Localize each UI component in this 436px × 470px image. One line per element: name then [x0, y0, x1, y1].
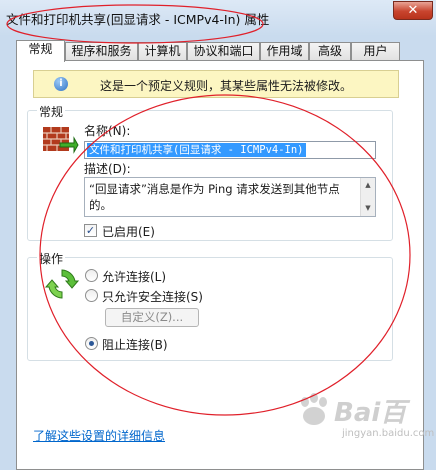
info-bar: i 这是一个预定义规则，其某些属性无法被修改。: [33, 70, 399, 98]
tab-general[interactable]: 常规: [16, 40, 65, 62]
firewall-rule-icon: [41, 123, 79, 162]
watermark-url: jingyan.baidu.com: [342, 428, 435, 439]
window-title: 文件和打印机共享(回显请求 - ICMPv4-In) 属性: [6, 12, 270, 27]
tab-programs-services[interactable]: 程序和服务: [65, 42, 138, 60]
allow-connection-label[interactable]: 允许连接(L): [102, 268, 166, 285]
scroll-down-icon[interactable]: ▼: [363, 202, 373, 214]
description-field[interactable]: “回显请求”消息是作为 Ping 请求发送到其他节点的。 ▲ ▼: [84, 177, 376, 217]
tab-advanced[interactable]: 高级: [309, 42, 351, 60]
action-arrows-icon: [44, 267, 80, 304]
general-groupbox: [27, 110, 393, 241]
allow-connection-radio[interactable]: [85, 269, 98, 282]
block-connection-radio[interactable]: [85, 337, 98, 350]
baidu-watermark: Bai百 jingyan.baidu.com: [292, 388, 435, 456]
allow-secure-label[interactable]: 只允许安全连接(S): [102, 288, 203, 305]
learn-more-link[interactable]: 了解这些设置的详细信息: [33, 427, 165, 444]
close-button[interactable]: ✕: [393, 1, 433, 20]
title-bar[interactable]: 文件和打印机共享(回显请求 - ICMPv4-In) 属性 ✕: [0, 0, 436, 36]
action-group-label: 操作: [37, 250, 66, 267]
info-text: 这是一个预定义规则，其某些属性无法被修改。: [100, 79, 353, 93]
description-value: “回显请求”消息是作为 Ping 请求发送到其他节点的。: [89, 182, 340, 212]
name-value: 文件和打印机共享(回显请求 - ICMPv4-In): [87, 143, 306, 157]
name-field[interactable]: 文件和打印机共享(回显请求 - ICMPv4-In): [84, 141, 376, 159]
tab-scope[interactable]: 作用域: [260, 42, 309, 60]
description-scrollbar[interactable]: ▲ ▼: [360, 178, 375, 216]
scroll-up-icon[interactable]: ▲: [363, 179, 373, 191]
tab-users[interactable]: 用户: [351, 42, 400, 60]
description-label: 描述(D):: [84, 162, 131, 176]
general-group-label: 常规: [37, 103, 66, 120]
info-icon: i: [54, 77, 68, 91]
customize-button[interactable]: 自定义(Z)...: [105, 308, 199, 327]
watermark-text: Bai百: [334, 398, 407, 428]
tab-protocols-ports[interactable]: 协议和端口: [187, 42, 260, 60]
enabled-checkbox[interactable]: ✓: [84, 224, 97, 237]
tab-computers[interactable]: 计算机: [138, 42, 187, 60]
block-connection-label[interactable]: 阻止连接(B): [102, 336, 168, 353]
action-groupbox: [27, 257, 393, 361]
radio-selected-dot: [89, 341, 94, 346]
enabled-label[interactable]: 已启用(E): [102, 223, 155, 240]
paw-icon: [301, 393, 327, 425]
name-label: 名称(N):: [84, 124, 131, 138]
allow-secure-radio[interactable]: [85, 289, 98, 302]
